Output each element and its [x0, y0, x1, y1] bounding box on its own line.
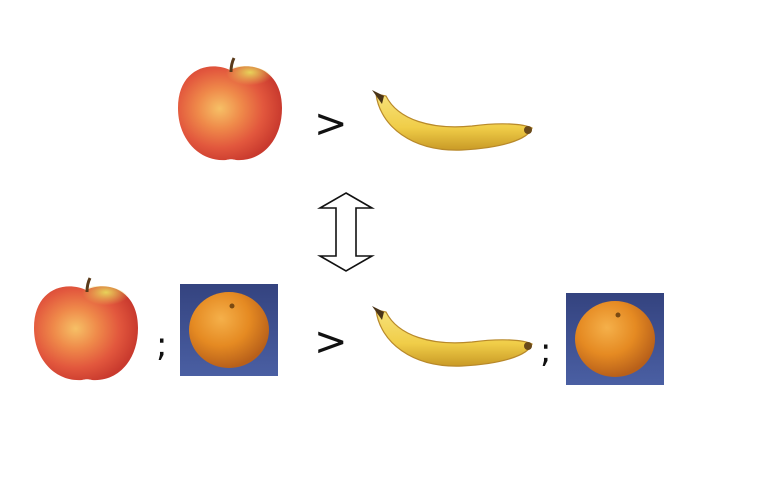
separator-symbol: ;: [156, 325, 168, 365]
double-headed-arrow-icon: [317, 192, 375, 272]
apple-icon: [174, 56, 286, 164]
greater-than-symbol: >: [314, 101, 348, 147]
apple-icon: [30, 276, 142, 384]
banana-icon: [362, 302, 538, 378]
greater-than-symbol: >: [314, 319, 348, 365]
separator-symbol: ;: [540, 331, 552, 371]
banana-icon: [362, 86, 538, 162]
orange-icon: [566, 293, 664, 385]
orange-icon: [180, 284, 278, 376]
